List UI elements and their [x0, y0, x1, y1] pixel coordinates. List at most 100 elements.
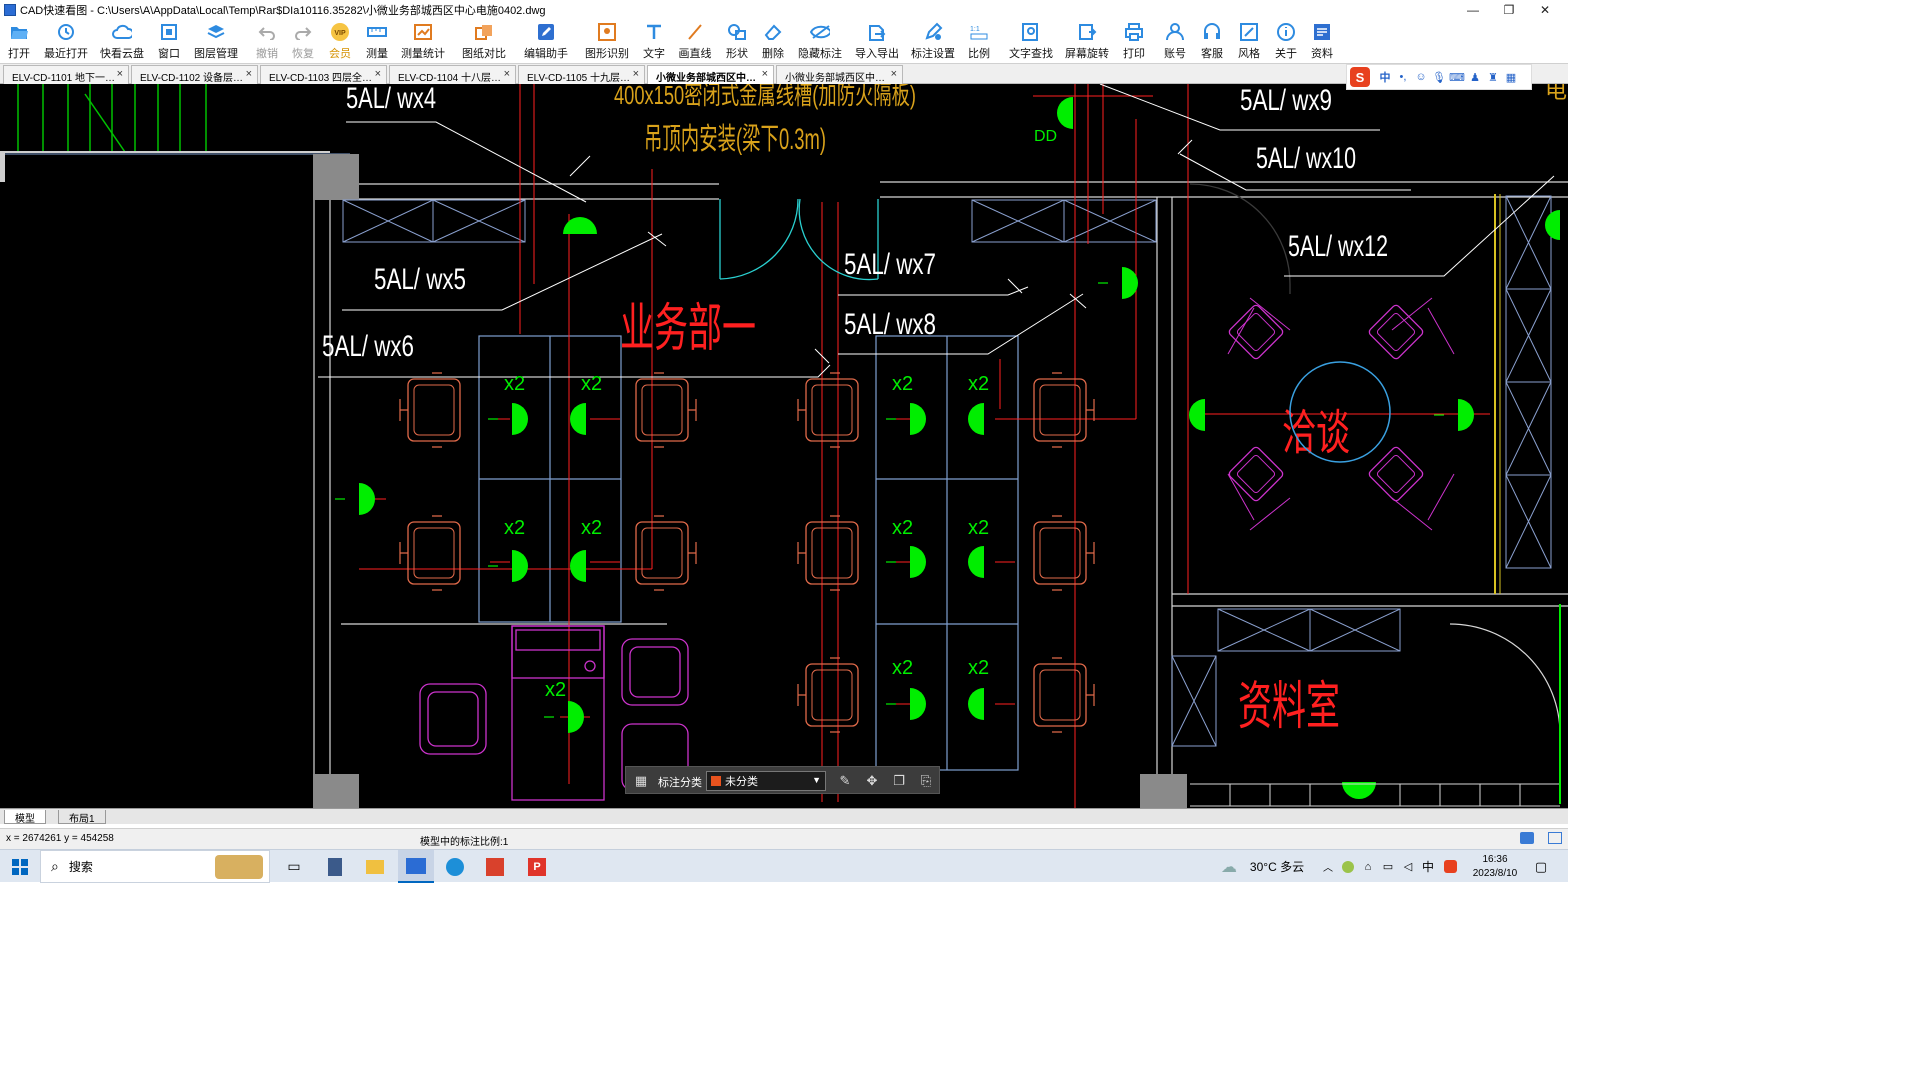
grid-icon[interactable]: ▦: [632, 772, 650, 790]
file-explorer-icon[interactable]: [362, 850, 388, 883]
user-icon[interactable]: ♟: [1466, 71, 1484, 84]
layers-button[interactable]: 图层管理: [194, 22, 238, 62]
tab-elv-1102[interactable]: ELV-CD-1102 设备层… ×: [131, 65, 258, 84]
copy-icon[interactable]: ❐: [890, 772, 908, 790]
close-button[interactable]: ✕: [1522, 0, 1568, 19]
meeting-chairs: [1227, 303, 1425, 503]
close-tab-icon[interactable]: ×: [633, 68, 639, 80]
resources-button[interactable]: 资料: [1309, 22, 1335, 62]
rotate-button[interactable]: 屏幕旋转: [1065, 22, 1109, 62]
open-button[interactable]: 打开: [4, 22, 34, 62]
close-tab-icon[interactable]: ×: [891, 68, 897, 80]
notification-icon[interactable]: ▢: [1530, 850, 1552, 883]
volume-icon[interactable]: ◁: [1400, 850, 1416, 883]
weather-text[interactable]: 30°C 多云: [1244, 850, 1310, 883]
keyboard-icon[interactable]: ⌨: [1448, 71, 1466, 84]
menu-grid-icon[interactable]: ▦: [1502, 71, 1520, 84]
emoji-icon[interactable]: ☺: [1412, 71, 1430, 83]
network-icon[interactable]: ⌂: [1360, 850, 1376, 883]
compare-icon: [474, 22, 494, 42]
tray-app-icon[interactable]: [1340, 850, 1356, 883]
desks: [478, 335, 1019, 771]
about-button[interactable]: 关于: [1273, 22, 1299, 62]
svg-text:x2: x2: [545, 679, 566, 701]
headset-icon: [1202, 22, 1222, 42]
tab-active-drawing[interactable]: 小微业务部城西区中… ×: [647, 65, 774, 84]
chairs: [399, 372, 1095, 733]
redo-icon: [293, 22, 313, 42]
cloud-button[interactable]: 快看云盘: [100, 22, 144, 62]
shape-recog-button[interactable]: 图形识别: [585, 22, 629, 62]
panel-icon[interactable]: [1548, 832, 1562, 844]
close-tab-icon[interactable]: ×: [504, 68, 510, 80]
undo-button[interactable]: 撤销: [254, 22, 280, 62]
style-button[interactable]: 风格: [1236, 22, 1262, 62]
chevron-up-icon[interactable]: ︿: [1320, 850, 1336, 883]
svg-text:x2: x2: [968, 373, 989, 395]
hide-marks-button[interactable]: 隐藏标注: [798, 22, 842, 62]
tab-elv-1104[interactable]: ELV-CD-1104 十八层… ×: [389, 65, 516, 84]
punctuation-icon[interactable]: •,: [1394, 71, 1412, 83]
printer-icon: [1124, 22, 1144, 42]
ime-toolbar: S 中 •, ☺ 🎙 ⌨ ♟ ♜ ▦: [1346, 64, 1532, 90]
svg-text:VIP: VIP: [334, 30, 346, 37]
windows-start-icon[interactable]: [6, 850, 34, 883]
tab-elv-1105[interactable]: ELV-CD-1105 十九层… ×: [518, 65, 645, 84]
close-tab-icon[interactable]: ×: [762, 68, 768, 80]
clock[interactable]: 16:36 2023/8/10: [1466, 850, 1524, 883]
taskbar: ⌕ 搜索 ▭ P ☁ 30°C 多云 ︿ ⌂ ▭ ◁ 中 16:36 2023/…: [0, 849, 1568, 883]
vip-button[interactable]: VIP 会员: [327, 22, 353, 62]
text-icon: [644, 22, 664, 42]
measure-stats-button[interactable]: 测量统计: [401, 22, 445, 62]
cad-viewer-taskbar-icon[interactable]: [398, 850, 434, 883]
calculator-icon[interactable]: [322, 850, 348, 883]
mark-settings-button[interactable]: 标注设置: [911, 22, 955, 62]
wps-pdf-icon[interactable]: P: [524, 850, 550, 883]
shape-button[interactable]: 形状: [724, 22, 750, 62]
tab-layout1[interactable]: 布局1: [58, 810, 106, 825]
skin-icon[interactable]: ♜: [1484, 71, 1502, 84]
category-select[interactable]: 未分类 ▼: [706, 771, 826, 791]
close-tab-icon[interactable]: ×: [246, 68, 252, 80]
move-icon[interactable]: ✥: [863, 772, 881, 790]
tab-drawing-2[interactable]: 小微业务部城西区中… ×: [776, 65, 903, 84]
import-export-button[interactable]: 导入导出: [855, 22, 899, 62]
tab-elv-1101[interactable]: ELV-CD-1101 地下一… ×: [3, 65, 129, 84]
service-button[interactable]: 客服: [1199, 22, 1225, 62]
edit-assist-button[interactable]: 编辑助手: [524, 22, 568, 62]
edit-note-icon[interactable]: ✎: [836, 772, 854, 790]
display-icon[interactable]: ▭: [1380, 850, 1396, 883]
microphone-icon[interactable]: 🎙: [1430, 71, 1448, 84]
redo-button[interactable]: 恢复: [290, 22, 316, 62]
tab-elv-1103[interactable]: ELV-CD-1103 四层全… ×: [260, 65, 387, 84]
input-language[interactable]: 中: [1420, 850, 1436, 883]
scale-button[interactable]: 1:1 比例: [966, 22, 992, 62]
window-button[interactable]: 窗口: [156, 22, 182, 62]
app-grid-icon[interactable]: [482, 850, 508, 883]
dd-label: DD: [1034, 128, 1057, 145]
paste-icon[interactable]: ⎘: [917, 772, 935, 790]
recent-button[interactable]: 最近打开: [44, 22, 88, 62]
sogou-logo-icon[interactable]: S: [1350, 67, 1370, 87]
close-tab-icon[interactable]: ×: [375, 68, 381, 80]
text-search-button[interactable]: 文字查找: [1009, 22, 1053, 62]
edge-browser-icon[interactable]: [442, 850, 468, 883]
scale-icon: 1:1: [969, 22, 989, 42]
account-button[interactable]: 账号: [1162, 22, 1188, 62]
tab-model[interactable]: 模型: [4, 810, 46, 825]
eye-hide-icon: [810, 22, 830, 42]
sogou-tray-icon[interactable]: [1442, 850, 1458, 883]
task-view-icon[interactable]: ▭: [282, 850, 306, 883]
compare-button[interactable]: 图纸对比: [462, 22, 506, 62]
ime-mode[interactable]: 中: [1376, 69, 1394, 85]
print-button[interactable]: 打印: [1121, 22, 1147, 62]
close-tab-icon[interactable]: ×: [117, 68, 123, 80]
taskbar-search[interactable]: ⌕ 搜索: [40, 850, 270, 883]
text-button[interactable]: 文字: [642, 22, 666, 62]
toolbar: 打开 最近打开 快看云盘 窗口 图层管理 撤销 恢复 VIP 会员 测量 测量统…: [0, 19, 1568, 64]
line-button[interactable]: 画直线: [678, 22, 712, 62]
drawing-canvas[interactable]: 5AL/ wx4 5AL/ wx5 5AL/ wx6 5AL/ wx7 5AL/…: [0, 84, 1568, 808]
measure-button[interactable]: 测量: [364, 22, 390, 62]
snap-icon[interactable]: [1520, 832, 1534, 844]
delete-button[interactable]: 删除: [760, 22, 786, 62]
